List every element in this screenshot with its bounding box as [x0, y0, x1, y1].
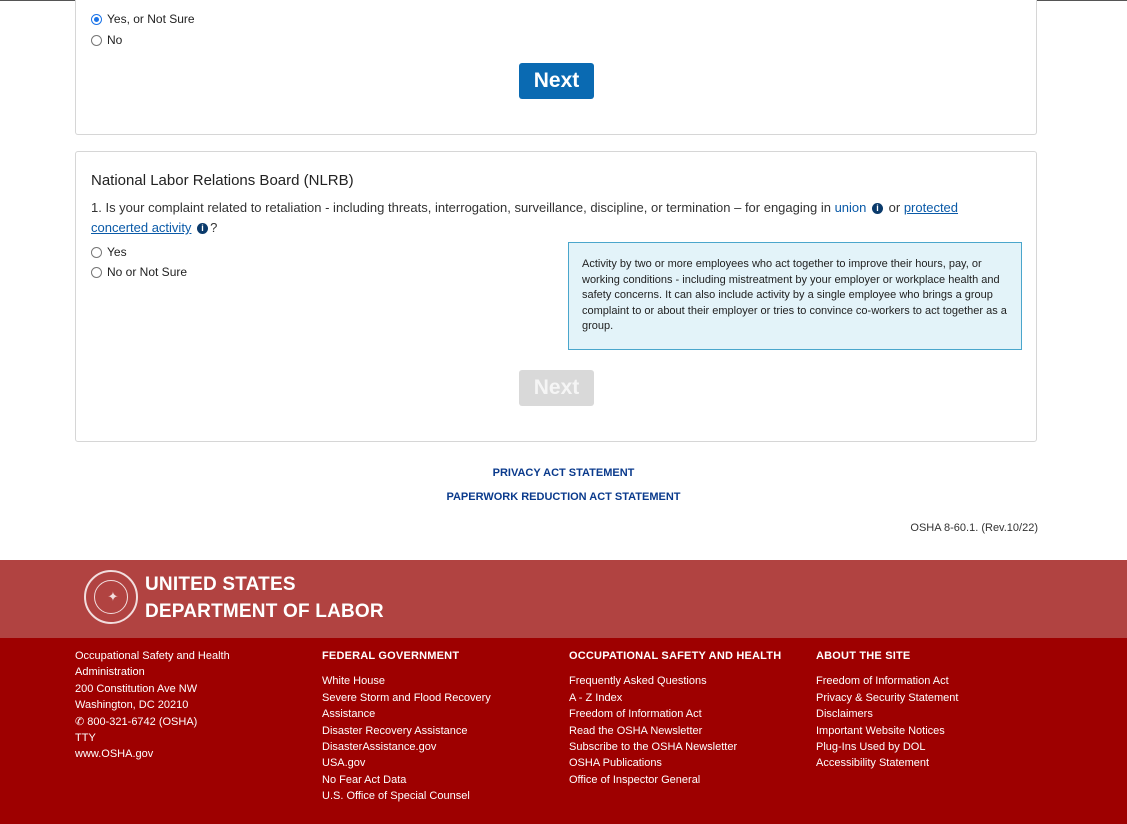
info-icon[interactable]: i [872, 203, 884, 215]
footer-occupational-safety: OCCUPATIONAL SAFETY AND HEALTH Frequentl… [569, 648, 799, 788]
radio-option-yes[interactable]: Yes [91, 245, 127, 259]
radio-label: No [107, 33, 123, 47]
footer-link[interactable]: Plug-Ins Used by DOL [816, 739, 1046, 755]
radio-label: Yes [107, 245, 127, 259]
form-version: OSHA 8-60.1. (Rev.10/22) [910, 522, 1038, 534]
tty-link[interactable]: TTY [75, 730, 265, 746]
footer-link[interactable]: White House [322, 673, 522, 689]
footer-link[interactable]: Disclaimers [816, 706, 1046, 722]
paperwork-reduction-link[interactable]: PAPERWORK REDUCTION ACT STATEMENT [0, 491, 1127, 503]
next-button[interactable]: Next [519, 63, 594, 99]
footer-link[interactable]: Read the OSHA Newsletter [569, 723, 799, 739]
footer-federal-government: FEDERAL GOVERNMENT White House Severe St… [322, 648, 522, 805]
footer-link[interactable]: OSHA Publications [569, 755, 799, 771]
footer-link[interactable]: Disaster Recovery Assistance [322, 723, 522, 739]
question-text: 1. Is your complaint related to retaliat… [91, 200, 959, 235]
section-title: National Labor Relations Board (NLRB) [91, 172, 354, 189]
phone-icon: ✆ [75, 715, 85, 728]
next-button-disabled[interactable]: Next [519, 370, 594, 406]
radio-label: No or Not Sure [107, 265, 188, 279]
radio-option-no-not-sure[interactable]: No or Not Sure [91, 265, 187, 279]
footer-link[interactable]: Important Website Notices [816, 723, 1046, 739]
footer-link[interactable]: USA.gov [322, 755, 522, 771]
footer-link[interactable]: U.S. Office of Special Counsel [322, 788, 522, 804]
radio-empty-icon[interactable] [91, 266, 102, 278]
question-card-previous: Yes, or Not Sure No Next [75, 0, 1037, 135]
footer-address: Occupational Safety and Health Administr… [75, 648, 265, 763]
footer-link[interactable]: Office of Inspector General [569, 772, 799, 788]
footer-about-site: ABOUT THE SITE Freedom of Information Ac… [816, 648, 1046, 772]
footer-link[interactable]: Accessibility Statement [816, 755, 1046, 771]
radio-empty-icon[interactable] [91, 246, 102, 258]
radio-option-no[interactable]: No [91, 33, 122, 47]
footer-link[interactable]: Freedom of Information Act [816, 673, 1046, 689]
radio-label: Yes, or Not Sure [107, 12, 195, 26]
footer-link[interactable]: Subscribe to the OSHA Newsletter [569, 739, 799, 755]
radio-option-yes-not-sure[interactable]: Yes, or Not Sure [91, 12, 195, 26]
footer-heading: ABOUT THE SITE [816, 650, 911, 662]
footer-link[interactable]: Frequently Asked Questions [569, 673, 799, 689]
radio-checked-icon[interactable] [91, 13, 102, 25]
tooltip-protected-activity: Activity by two or more employees who ac… [568, 242, 1022, 350]
footer-link[interactable]: Privacy & Security Statement [816, 690, 1046, 706]
union-link[interactable]: union [835, 200, 867, 215]
footer-link[interactable]: Freedom of Information Act [569, 706, 799, 722]
footer-heading: OCCUPATIONAL SAFETY AND HEALTH [569, 650, 782, 662]
dol-seal-icon[interactable]: ✦ [84, 570, 138, 624]
footer-heading: FEDERAL GOVERNMENT [322, 650, 460, 662]
osha-website-link[interactable]: www.OSHA.gov [75, 746, 265, 762]
footer-link[interactable]: Severe Storm and Flood Recovery Assistan… [322, 690, 522, 723]
footer-link[interactable]: A - Z Index [569, 690, 799, 706]
privacy-act-link[interactable]: PRIVACY ACT STATEMENT [0, 467, 1127, 479]
dol-logo-text[interactable]: UNITED STATES DEPARTMENT OF LABOR [145, 571, 384, 625]
footer-link[interactable]: DisasterAssistance.gov [322, 739, 522, 755]
footer-link[interactable]: No Fear Act Data [322, 772, 522, 788]
question-card-nlrb: National Labor Relations Board (NLRB) 1.… [75, 151, 1037, 442]
info-icon[interactable]: i [197, 223, 209, 235]
phone-line[interactable]: ✆ 800-321-6742 (OSHA) [75, 714, 265, 730]
radio-empty-icon[interactable] [91, 34, 102, 46]
